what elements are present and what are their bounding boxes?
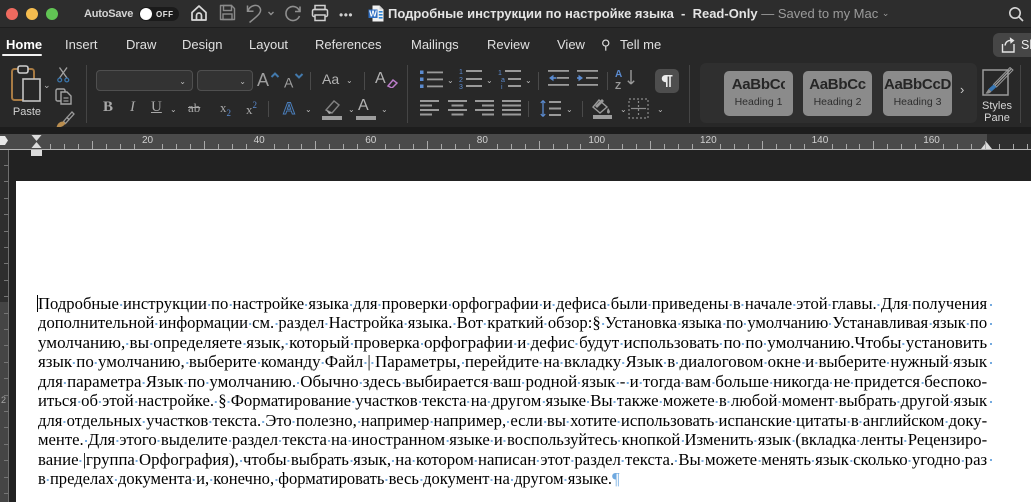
svg-text:A: A bbox=[284, 75, 294, 91]
svg-text:Z: Z bbox=[615, 81, 621, 90]
svg-text:i: i bbox=[501, 84, 503, 89]
svg-text:3: 3 bbox=[459, 84, 463, 89]
svg-text:A: A bbox=[283, 99, 295, 118]
svg-text:A: A bbox=[257, 70, 269, 90]
svg-text:1: 1 bbox=[459, 69, 463, 76]
svg-text:W: W bbox=[369, 10, 377, 19]
svg-text:a: a bbox=[501, 77, 505, 84]
svg-text:1: 1 bbox=[498, 70, 502, 77]
svg-text:A: A bbox=[615, 69, 622, 80]
svg-text:2: 2 bbox=[459, 77, 463, 84]
